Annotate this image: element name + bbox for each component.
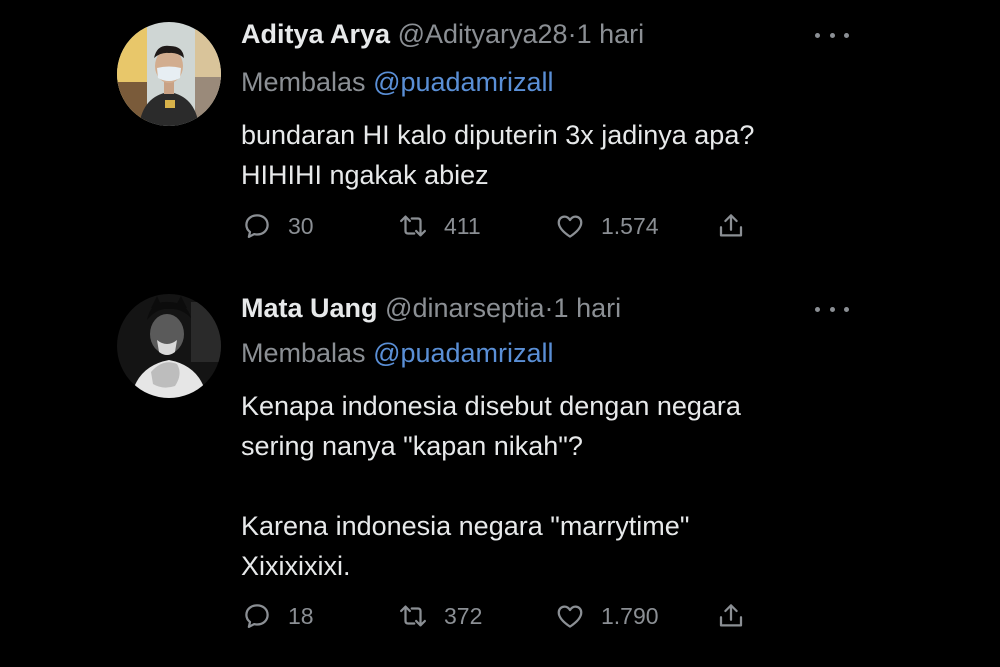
more-dots-icon-dot	[829, 32, 835, 38]
replying-to: Membalas @puadamrizall	[241, 66, 554, 98]
tweet-header: Mata Uang @dinarseptia·1 hari	[241, 292, 621, 324]
share-icon	[719, 604, 743, 627]
like-count: 1.790	[601, 602, 659, 629]
avatar[interactable]	[117, 22, 221, 126]
display-name[interactable]: Aditya Arya	[241, 19, 390, 49]
tweet-text-blank-line	[241, 466, 741, 506]
avatar-image	[117, 294, 221, 398]
reply-button[interactable]: 30	[242, 206, 314, 246]
separator-dot: ·	[544, 293, 554, 323]
timestamp[interactable]: 1 hari	[554, 293, 622, 323]
like-button[interactable]: 1.790	[555, 596, 659, 636]
more-options-button[interactable]	[815, 25, 849, 45]
share-button[interactable]	[716, 206, 746, 246]
mention-link[interactable]: @puadamrizall	[373, 338, 553, 368]
share-button[interactable]	[716, 596, 746, 636]
tweet-actions: 30 411 1.574	[0, 206, 1000, 246]
mention-link[interactable]: @puadamrizall	[373, 67, 553, 97]
reply-count: 30	[288, 212, 314, 239]
retweet-icon	[400, 605, 426, 627]
more-dots-icon	[815, 32, 820, 38]
tweet-text-line: sering nanya "kapan nikah"?	[241, 431, 583, 461]
tweet-text-line: Xixixixixi.	[241, 551, 351, 581]
timestamp[interactable]: 1 hari	[577, 19, 645, 49]
tweet-text: bundaran HI kalo diputerin 3x jadinya ap…	[241, 115, 754, 195]
retweet-button[interactable]: 372	[398, 596, 482, 636]
retweet-count: 372	[444, 602, 483, 629]
retweet-button[interactable]: 411	[398, 206, 481, 246]
user-handle[interactable]: @Adityarya28	[398, 19, 568, 49]
like-count: 1.574	[601, 212, 659, 239]
heart-icon	[557, 215, 583, 238]
tweet-2[interactable]: Mata Uang @dinarseptia·1 hari Membalas @…	[0, 280, 1000, 667]
tweet-text-line: HIHIHI ngakak abiez	[241, 160, 489, 190]
tweet-text: Kenapa indonesia disebut dengan negara s…	[241, 386, 741, 586]
user-handle[interactable]: @dinarseptia	[385, 293, 545, 323]
reply-count: 18	[288, 602, 314, 629]
avatar[interactable]	[117, 294, 221, 398]
heart-icon	[557, 605, 583, 628]
tweet-text-line: bundaran HI kalo diputerin 3x jadinya ap…	[241, 120, 755, 150]
more-dots-icon-dot	[844, 32, 849, 38]
tweet-1[interactable]: Aditya Arya @Adityarya28·1 hari Membalas…	[0, 0, 1000, 280]
retweet-icon	[400, 215, 426, 237]
retweet-count: 411	[444, 212, 481, 239]
display-name[interactable]: Mata Uang	[241, 293, 378, 323]
more-options-button[interactable]	[815, 299, 849, 319]
speech-bubble-icon	[245, 604, 269, 628]
share-icon	[719, 214, 743, 237]
tweet-text-line: Kenapa indonesia disebut dengan negara	[241, 391, 741, 421]
more-dots-icon-dot	[844, 306, 849, 312]
tweet-header: Aditya Arya @Adityarya28·1 hari	[241, 18, 644, 50]
replying-to: Membalas @puadamrizall	[241, 337, 554, 369]
speech-bubble-icon	[245, 214, 269, 238]
replying-to-label: Membalas	[241, 338, 366, 368]
reply-button[interactable]: 18	[242, 596, 314, 636]
like-button[interactable]: 1.574	[555, 206, 659, 246]
more-dots-icon-dot	[829, 306, 835, 312]
tweet-text-line: Karena indonesia negara "marrytime"	[241, 511, 690, 541]
more-dots-icon	[815, 306, 820, 312]
avatar-image	[117, 22, 221, 126]
replying-to-label: Membalas	[241, 67, 366, 97]
separator-dot: ·	[567, 19, 577, 49]
tweet-actions: 18 372 1.790	[0, 596, 1000, 636]
